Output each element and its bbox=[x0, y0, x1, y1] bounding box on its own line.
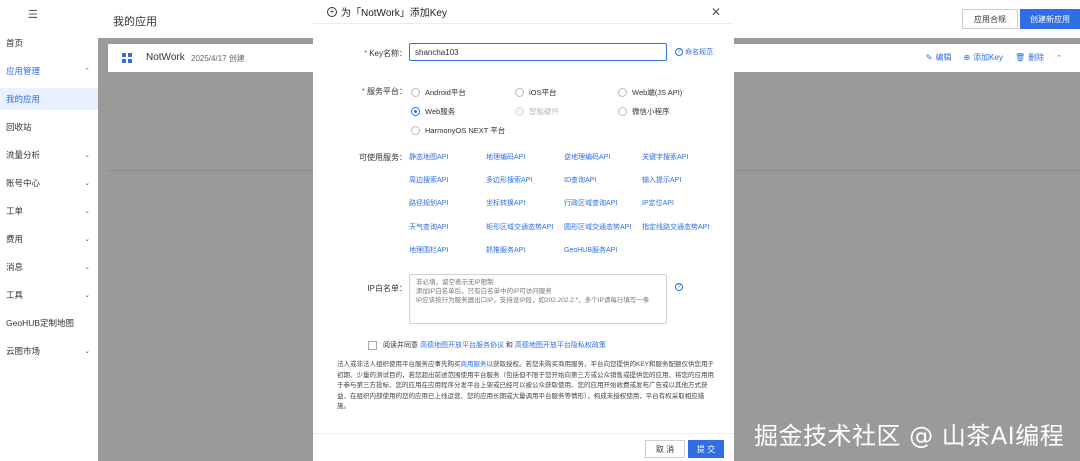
api-link[interactable]: 天气查询API bbox=[409, 222, 448, 232]
api-link[interactable]: 指定线路交通态势API bbox=[642, 222, 709, 232]
sidebar-item-label: 首页 bbox=[6, 38, 24, 48]
chevron-down-icon: ⌄ bbox=[84, 236, 90, 243]
app-name: NotWork bbox=[146, 52, 185, 63]
sidebar-item-tickets[interactable]: 工单 ⌄ bbox=[0, 200, 98, 222]
sidebar-item-label: 回收站 bbox=[6, 122, 32, 132]
sidebar-item-my-apps[interactable]: 我的应用 bbox=[0, 88, 98, 110]
api-link[interactable]: 周边搜索API bbox=[409, 175, 448, 185]
sidebar-item-cloud-market[interactable]: 云图市场 ⌄ bbox=[0, 340, 98, 362]
sidebar-item-label: 费用 bbox=[6, 234, 24, 244]
sidebar-item-tools[interactable]: 工具 ⌄ bbox=[0, 284, 98, 306]
page-title: 我的应用 bbox=[113, 16, 157, 28]
edit-button[interactable]: ✎ 编辑 bbox=[926, 52, 952, 63]
edit-icon: ✎ bbox=[925, 53, 933, 62]
api-link[interactable]: ID查询API bbox=[564, 175, 596, 185]
commercial-service-link[interactable]: 商用服务 bbox=[461, 361, 487, 368]
cancel-button[interactable]: 取 消 bbox=[645, 440, 685, 458]
chevron-down-icon: ⌄ bbox=[84, 180, 90, 187]
key-name-input[interactable] bbox=[409, 43, 667, 61]
dialog-title: 为「NotWork」添加Key bbox=[341, 8, 447, 19]
trash-icon: 🗑 bbox=[1014, 53, 1026, 62]
api-link[interactable]: 关键字搜索API bbox=[642, 152, 688, 162]
sidebar-item-messages[interactable]: 消息 ⌄ bbox=[0, 256, 98, 278]
sidebar-item-label: GeoHUB定制地图 bbox=[6, 318, 75, 328]
chevron-down-icon: ⌄ bbox=[84, 348, 90, 355]
agree-checkbox[interactable] bbox=[368, 340, 377, 350]
api-link[interactable]: 逆地理编码API bbox=[564, 152, 610, 162]
dialog-header: + 为「NotWork」添加Key ✕ bbox=[313, 0, 734, 24]
question-icon[interactable]: ? bbox=[675, 283, 683, 291]
sidebar-item-label: 应用管理 bbox=[6, 66, 41, 76]
radio-harmonyos[interactable]: HarmonyOS NEXT 平台 bbox=[411, 125, 505, 136]
api-link[interactable]: 圆形区域交通态势API bbox=[564, 222, 631, 232]
api-link[interactable]: 静态地图API bbox=[409, 152, 448, 162]
close-icon[interactable]: ✕ bbox=[711, 5, 721, 19]
chevron-down-icon: ⌄ bbox=[84, 292, 90, 299]
sidebar-item-label: 云图市场 bbox=[6, 346, 41, 356]
sidebar-item-billing[interactable]: 费用 ⌄ bbox=[0, 228, 98, 250]
ip-whitelist-label: IP白名单： bbox=[367, 284, 407, 293]
delete-button[interactable]: 🗑 删除 bbox=[1015, 52, 1044, 63]
sidebar-item-label: 流量分析 bbox=[6, 150, 41, 160]
radio-ios[interactable]: iOS平台 bbox=[515, 87, 557, 98]
dialog-footer: 取 消 提 交 bbox=[313, 433, 734, 461]
sidebar-item-traffic-analysis[interactable]: 流量分析 ⌄ bbox=[0, 144, 98, 166]
watermark-text: 掘金技术社区 @ 山茶AI编程 bbox=[754, 422, 1065, 450]
sidebar-item-label: 我的应用 bbox=[6, 94, 41, 104]
api-link[interactable]: IP定位API bbox=[642, 198, 674, 208]
api-link[interactable]: 地理围栏API bbox=[409, 245, 448, 255]
add-circle-icon: + bbox=[327, 6, 337, 17]
chevron-down-icon: ⌄ bbox=[84, 152, 90, 159]
services-label: 可使用服务： bbox=[359, 153, 407, 162]
key-name-label: * Key名称： bbox=[364, 49, 407, 58]
agreement-row: 阅读并同意 高德地图开放平台服务协议 和 高德地图开放平台隐私权政策 bbox=[368, 340, 606, 350]
add-key-dialog: + 为「NotWork」添加Key ✕ *Key名称： ? 命名规范 *服务平台… bbox=[313, 0, 734, 461]
api-link[interactable]: 路径规划API bbox=[409, 198, 448, 208]
app-compliance-button[interactable]: 应用合规 bbox=[962, 9, 1018, 29]
api-link[interactable]: 抓推服务API bbox=[486, 245, 525, 255]
usage-notice: 法人或非法人组织使用平台服务应事先购买商用服务以获取授权。若您未购买商用服务，平… bbox=[337, 361, 715, 410]
api-link[interactable]: GeoHUB服务API bbox=[564, 245, 617, 255]
question-icon: ? bbox=[675, 48, 683, 56]
sidebar-item-label: 账号中心 bbox=[6, 178, 41, 188]
api-link[interactable]: 输入提示API bbox=[642, 175, 681, 185]
chevron-down-icon: ⌄ bbox=[84, 208, 90, 215]
platform-label: * 服务平台： bbox=[361, 87, 407, 96]
privacy-policy-link[interactable]: 高德地图开放平台隐私权政策 bbox=[515, 340, 606, 350]
collapse-icon[interactable]: ⌃ bbox=[1056, 52, 1062, 63]
api-link[interactable]: 行政区域查询API bbox=[564, 198, 617, 208]
radio-web-service[interactable]: Web服务 bbox=[411, 106, 455, 117]
create-app-button[interactable]: 创建新应用 bbox=[1020, 9, 1080, 29]
api-link[interactable]: 矩形区域交通态势API bbox=[486, 222, 553, 232]
app-grid-icon bbox=[122, 53, 132, 63]
add-key-button[interactable]: ⊕ 添加Key bbox=[963, 52, 1003, 63]
sidebar-item-geohub[interactable]: GeoHUB定制地图 bbox=[0, 312, 98, 334]
sidebar-item-label: 工单 bbox=[6, 206, 24, 216]
naming-rule-link[interactable]: ? 命名规范 bbox=[675, 47, 713, 57]
app-card-actions: ✎ 编辑 ⊕ 添加Key 🗑 删除 ⌃ bbox=[926, 52, 1062, 63]
sidebar-item-account-center[interactable]: 账号中心 ⌄ bbox=[0, 172, 98, 194]
radio-android[interactable]: Android平台 bbox=[411, 87, 466, 98]
menu-icon[interactable]: ☰ bbox=[28, 8, 38, 21]
api-link[interactable]: 坐标转换API bbox=[486, 198, 525, 208]
chevron-up-icon: ⌃ bbox=[84, 68, 90, 75]
api-link[interactable]: 地理编码API bbox=[486, 152, 525, 162]
sidebar-item-home[interactable]: 首页 bbox=[0, 32, 98, 54]
sidebar-item-app-management[interactable]: 应用管理 ⌃ bbox=[0, 60, 98, 82]
app-created-date: 2025/4/17 创建 bbox=[191, 54, 245, 63]
api-link[interactable]: 多边形搜索API bbox=[486, 175, 532, 185]
chevron-down-icon: ⌄ bbox=[84, 264, 90, 271]
ip-whitelist-input[interactable] bbox=[409, 274, 667, 324]
service-agreement-link[interactable]: 高德地图开放平台服务协议 bbox=[420, 340, 504, 350]
sidebar-item-label: 工具 bbox=[6, 290, 24, 300]
radio-wechat-miniprogram[interactable]: 微信小程序 bbox=[618, 106, 670, 117]
sidebar-item-recycle-bin[interactable]: 回收站 bbox=[0, 116, 98, 138]
submit-button[interactable]: 提 交 bbox=[688, 440, 724, 458]
add-circle-icon: ⊕ bbox=[963, 53, 971, 62]
radio-smart-hardware: 智能硬件 bbox=[515, 106, 559, 117]
sidebar-item-label: 消息 bbox=[6, 262, 24, 272]
sidebar: ☰ 首页 应用管理 ⌃ 我的应用 回收站 流量分析 ⌄ 账号中心 ⌄ 工单 ⌄ … bbox=[0, 0, 98, 461]
radio-web-js[interactable]: Web端(JS API) bbox=[618, 87, 682, 98]
